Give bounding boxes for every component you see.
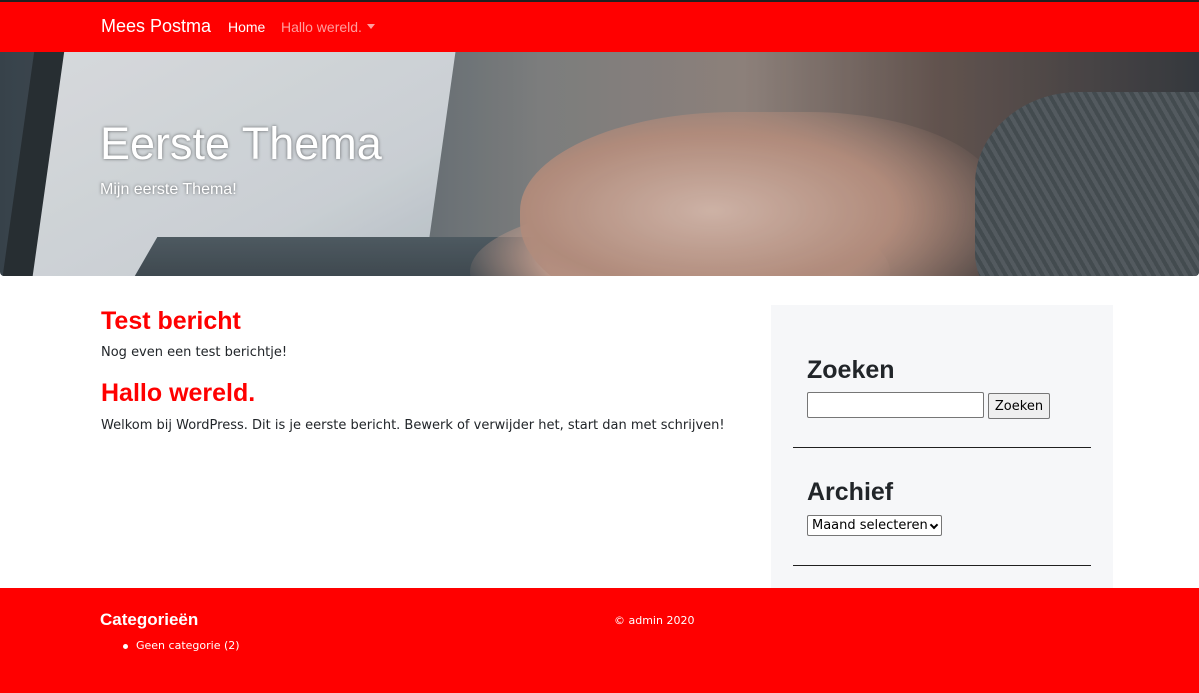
navbar: Mees Postma Home Hallo wereld. [0,2,1199,52]
category-link[interactable]: Geen categorie (2) [136,639,240,652]
footer-categories-title: Categorieën [100,610,199,629]
hero-title: Eerste Thema [100,118,382,169]
sidebar: Zoeken Zoeken Archief Maand selecteren [771,305,1113,588]
search-button[interactable]: Zoeken [988,393,1050,419]
nav-item-home[interactable]: Home [228,19,265,35]
caret-down-icon [366,24,375,29]
footer-category-list: Geen categorie (2) [123,639,240,652]
footer: Categorieën Geen categorie (2) © admin 2… [0,588,1199,693]
chevron-down-icon [929,520,939,530]
post-excerpt: Welkom bij WordPress. Dit is je eerste b… [101,418,725,433]
post-title-link[interactable]: Hallo wereld. [101,379,255,408]
post-title-link[interactable]: Test bericht [101,307,241,336]
archive-widget-title: Archief [807,478,894,506]
search-widget-title: Zoeken [807,356,895,384]
hero-subtitle: Mijn eerste Thema! [100,181,237,198]
nav-item-hallo-wereld-dropdown[interactable]: Hallo wereld. [281,19,375,35]
archive-select-value: Maand selecteren [812,518,928,533]
post-excerpt: Nog even een test berichtje! [101,345,288,360]
footer-copyright: © admin 2020 [614,614,695,627]
category-list-item[interactable]: Geen categorie (2) [123,639,240,652]
bullet-icon [123,644,128,649]
search-input[interactable] [807,392,984,418]
sidebar-divider [793,565,1091,566]
sidebar-divider [793,447,1091,448]
archive-month-select[interactable]: Maand selecteren [807,515,942,536]
nav-item-label: Hallo wereld. [281,19,362,35]
hero-banner: Eerste Thema Mijn eerste Thema! [0,52,1199,276]
site-brand-link[interactable]: Mees Postma [101,16,211,37]
